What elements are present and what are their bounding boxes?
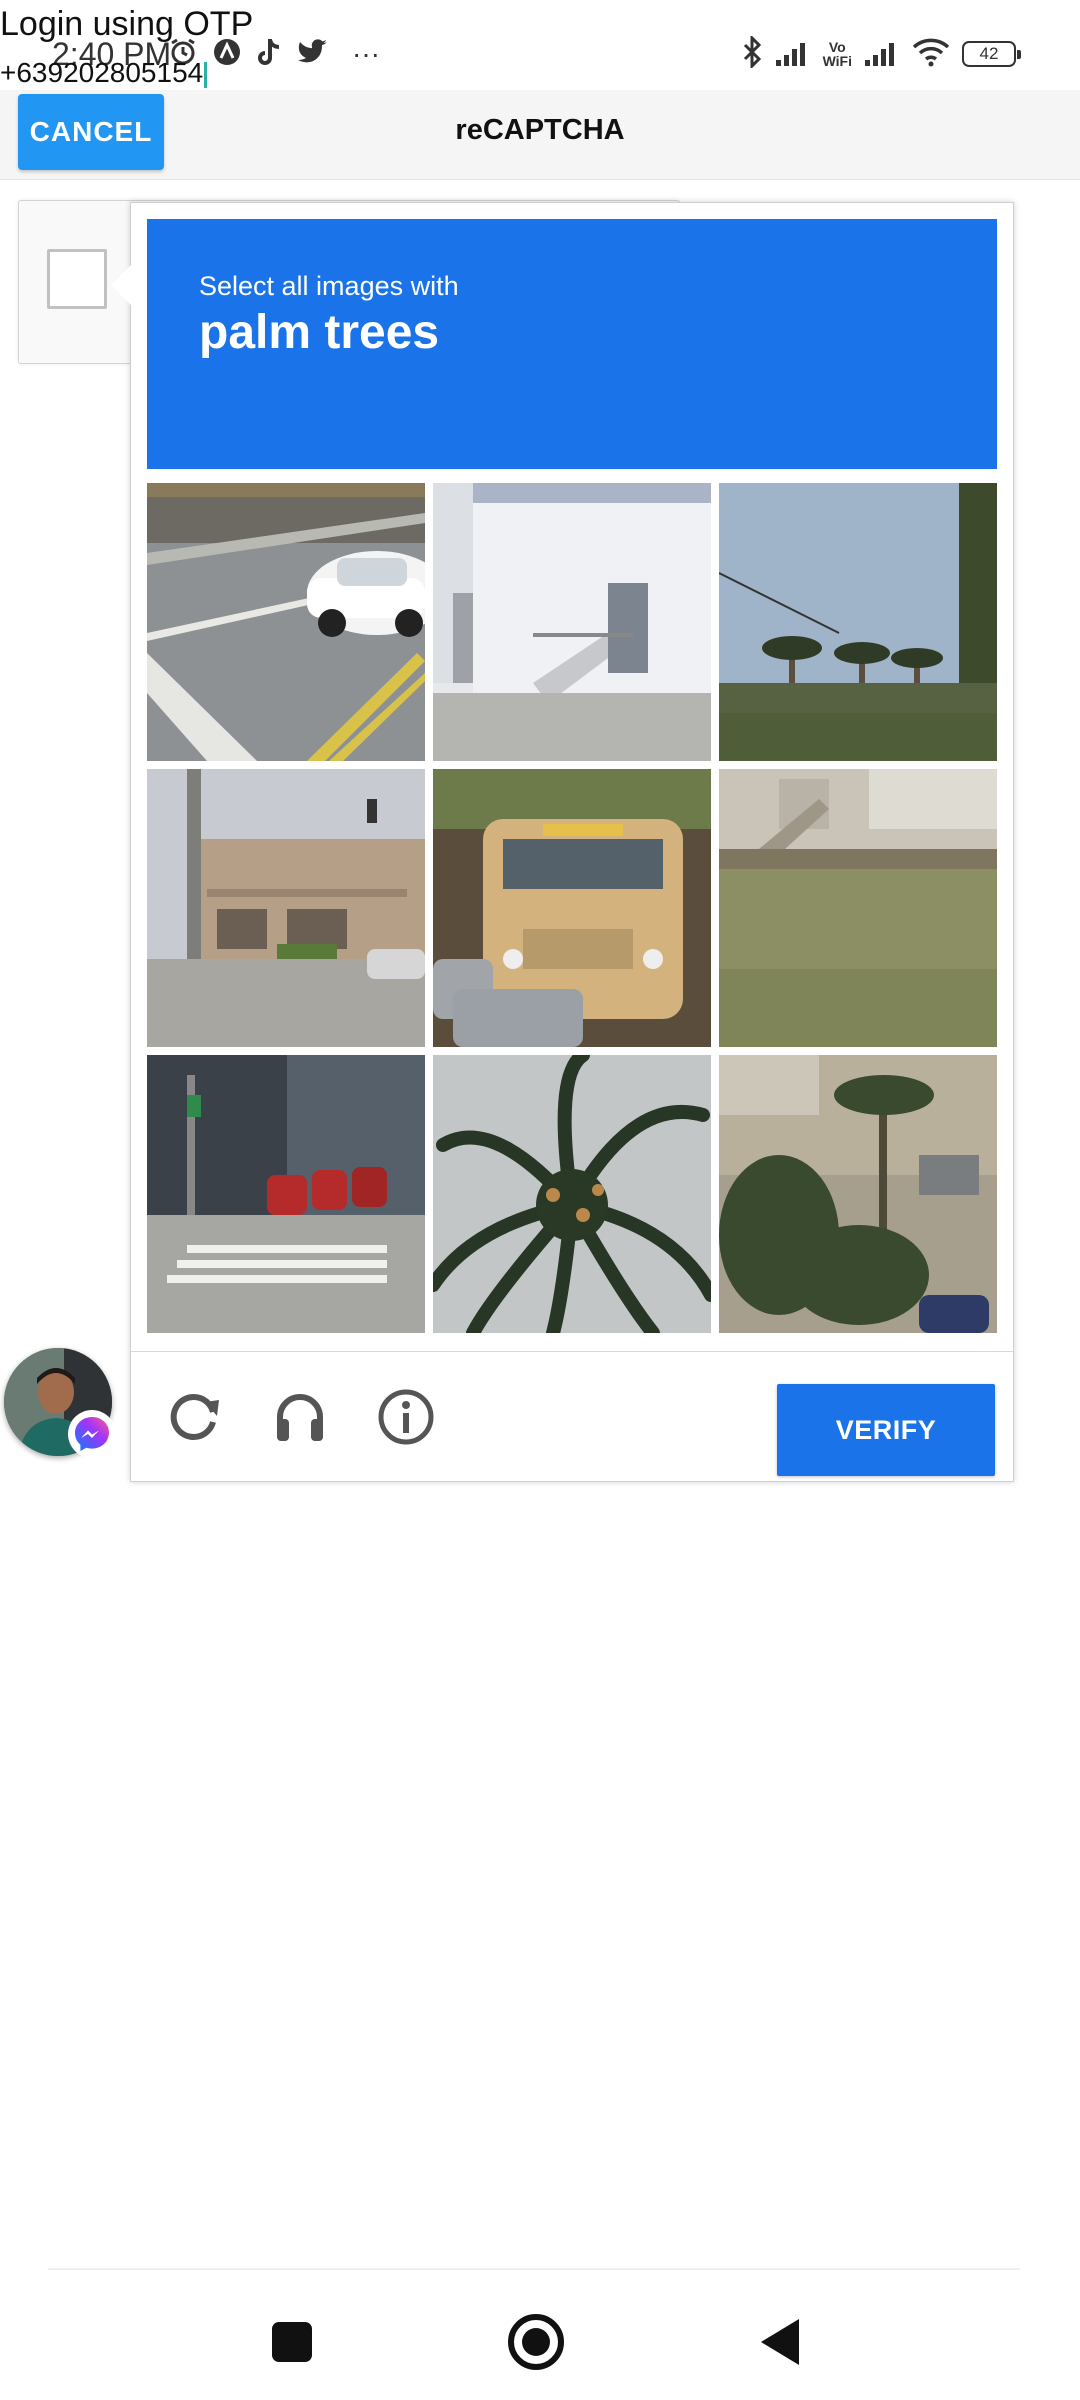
- image-tile-2[interactable]: [433, 483, 711, 761]
- vowifi-top: Vo: [828, 39, 846, 55]
- recaptcha-challenge: Select all images with palm trees VERIFY: [111, 202, 1014, 1482]
- tile-image: [719, 483, 997, 761]
- text-cursor: [204, 61, 208, 88]
- signal-icon: [864, 38, 900, 71]
- challenge-prompt: Select all images with: [199, 271, 459, 301]
- messenger-icon: [68, 1410, 116, 1458]
- tile-image: [433, 1055, 711, 1333]
- challenge-target: palm trees: [199, 306, 440, 359]
- phone-number-text: +639202805154: [0, 57, 204, 88]
- image-tile-6[interactable]: [719, 769, 997, 1047]
- reload-icon[interactable]: [161, 1384, 227, 1450]
- tile-image: [719, 1055, 997, 1333]
- info-icon[interactable]: [373, 1384, 439, 1450]
- app-bar: CANCEL reCAPTCHA: [0, 90, 1080, 180]
- image-tile-4[interactable]: [147, 769, 425, 1047]
- tile-image: [433, 483, 711, 761]
- image-tile-9[interactable]: [719, 1055, 997, 1333]
- tile-image: [719, 769, 997, 1047]
- tiktok-icon: [256, 37, 284, 72]
- back-icon[interactable]: [748, 2310, 812, 2374]
- wifi-icon: [912, 37, 950, 72]
- nav-divider: [48, 2268, 1020, 2270]
- image-tile-3[interactable]: [719, 483, 997, 761]
- overlay-title: Login using OTP: [0, 5, 254, 43]
- page-title: reCAPTCHA: [455, 114, 625, 146]
- image-tile-5[interactable]: [433, 769, 711, 1047]
- recent-apps-icon[interactable]: [260, 2310, 324, 2374]
- challenge-header: Select all images with palm trees: [147, 219, 997, 469]
- twitter-icon: [298, 38, 328, 70]
- headphones-icon[interactable]: [267, 1384, 333, 1450]
- recaptcha-checkbox[interactable]: [47, 249, 107, 309]
- messenger-chat-head[interactable]: [0, 1344, 116, 1460]
- image-tile-7[interactable]: [147, 1055, 425, 1333]
- vowifi-icon: Vo WiFi: [823, 40, 852, 68]
- challenge-footer: VERIFY: [131, 1351, 1013, 1481]
- home-icon[interactable]: [504, 2310, 568, 2374]
- verify-button[interactable]: VERIFY: [777, 1384, 995, 1476]
- signal-icon: [775, 38, 811, 71]
- image-tile-8[interactable]: [433, 1055, 711, 1333]
- tile-image: [147, 483, 425, 761]
- tile-image: [147, 1055, 425, 1333]
- battery-icon: 42: [962, 41, 1021, 67]
- image-tile-1[interactable]: [147, 483, 425, 761]
- tile-image: [147, 769, 425, 1047]
- status-right-icons: Vo WiFi 42: [741, 33, 1021, 74]
- tile-image: [433, 769, 711, 1047]
- vowifi-bottom: WiFi: [822, 53, 852, 69]
- phone-number-field[interactable]: +639202805154: [0, 57, 208, 88]
- bluetooth-icon: [741, 33, 763, 73]
- navigation-bar: [0, 2280, 1080, 2400]
- image-grid: [147, 483, 997, 1335]
- more-dots-icon: ···: [352, 38, 380, 69]
- challenge-pointer: [111, 265, 131, 305]
